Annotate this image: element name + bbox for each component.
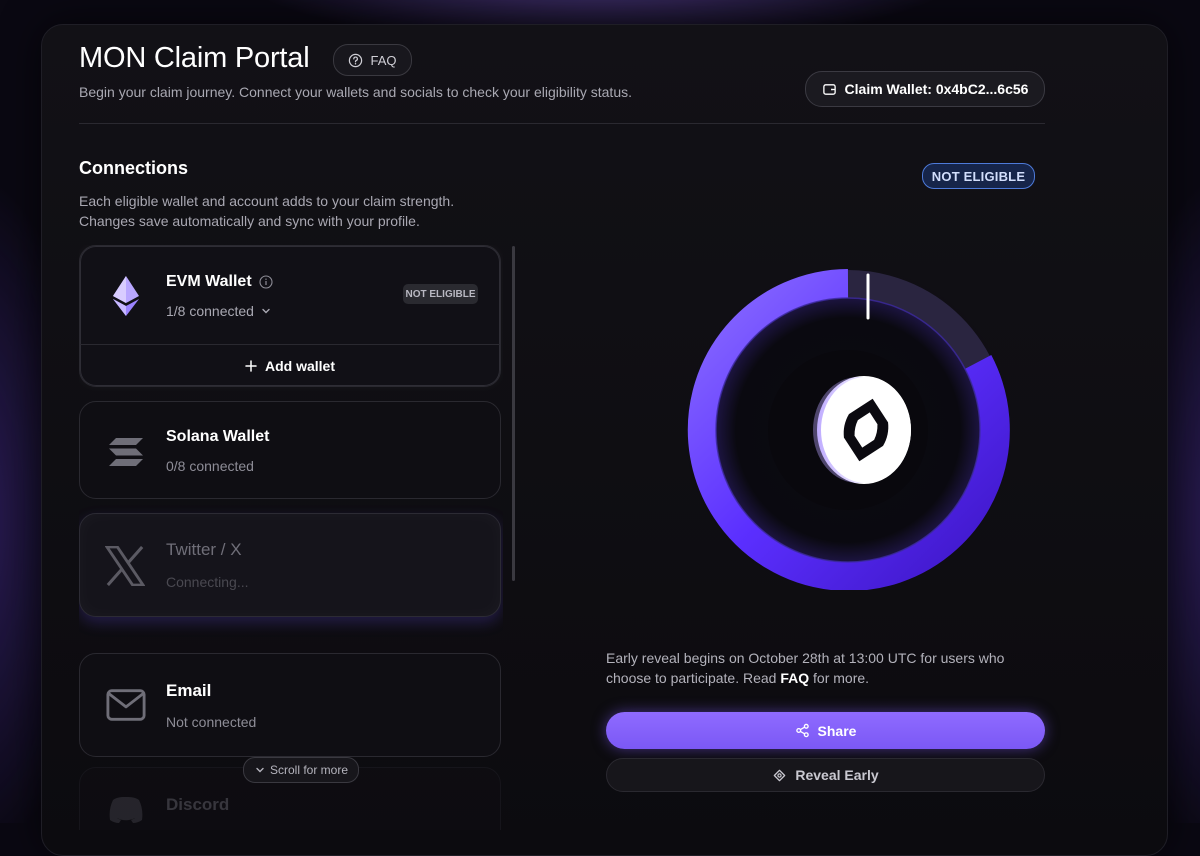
- evm-wallet-name: EVM Wallet: [166, 273, 252, 290]
- reveal-early-button[interactable]: Reveal Early: [606, 758, 1045, 792]
- connection-name: Twitter / X: [166, 540, 242, 559]
- page-title: MON Claim Portal: [79, 42, 310, 74]
- scroll-hint-label: Scroll for more: [269, 763, 349, 777]
- connection-name: EVM Wallet: [166, 273, 273, 291]
- eligibility-status-badge: NOT ELIGIBLE: [922, 163, 1035, 189]
- claim-wallet-button[interactable]: Claim Wallet: 0x4bC2...6c56: [805, 71, 1045, 107]
- connection-status: 0/8 connected: [166, 458, 254, 474]
- mail-icon: [106, 685, 146, 725]
- connection-status: Connecting...: [166, 574, 249, 590]
- discord-icon: [106, 790, 146, 830]
- scroll-for-more-button[interactable]: Scroll for more: [243, 757, 359, 783]
- x-icon: [105, 546, 145, 586]
- connection-solana-wallet[interactable]: Solana Wallet 0/8 connected: [79, 401, 501, 499]
- connections-title: Connections: [79, 158, 189, 178]
- connection-status-dropdown[interactable]: 1/8 connected: [166, 303, 272, 319]
- share-button[interactable]: Share: [606, 712, 1045, 749]
- add-wallet-label: Add wallet: [264, 358, 335, 374]
- evm-wallet-status: 1/8 connected: [166, 303, 254, 319]
- connection-name: Solana Wallet: [166, 428, 270, 445]
- solana-icon: [106, 432, 146, 472]
- page-subtitle: Begin your claim journey. Connect your w…: [79, 84, 632, 100]
- reveal-early-label: Reveal Early: [795, 767, 879, 783]
- connection-email[interactable]: Email Not connected: [79, 653, 501, 757]
- connections-scrollbar[interactable]: [512, 246, 515, 581]
- chevron-down-icon: [254, 764, 266, 776]
- eye-icon: [772, 768, 787, 783]
- share-icon: [795, 723, 810, 738]
- faq-link[interactable]: FAQ: [780, 670, 809, 686]
- plus-icon: [245, 360, 257, 372]
- connections-desc-line: Each eligible wallet and account adds to…: [79, 193, 455, 209]
- connections-list: EVM Wallet 1/8 connected NOT ELIGIBLE Ad…: [79, 245, 503, 830]
- connection-twitter-x[interactable]: Twitter / X Connecting...: [79, 513, 501, 617]
- connection-evm-wallet[interactable]: EVM Wallet 1/8 connected NOT ELIGIBLE Ad…: [79, 245, 501, 387]
- header-divider: [79, 123, 1045, 124]
- connection-name: Email: [166, 681, 212, 700]
- connections-desc-line: Changes save automatically and sync with…: [79, 213, 420, 229]
- faq-button[interactable]: FAQ: [333, 44, 412, 76]
- help-circle-icon: [348, 53, 363, 68]
- connection-status: Not connected: [166, 714, 257, 730]
- evm-not-eligible-badge: NOT ELIGIBLE: [403, 284, 478, 304]
- eligibility-ring: [678, 250, 1018, 598]
- faq-label: FAQ: [370, 52, 397, 68]
- connection-name: Discord: [166, 795, 230, 814]
- claim-wallet-label: Claim Wallet: 0x4bC2...6c56: [844, 81, 1029, 97]
- wallet-icon: [822, 82, 837, 97]
- add-wallet-button[interactable]: Add wallet: [80, 344, 500, 387]
- ethereum-icon: [106, 276, 146, 316]
- early-reveal-notice: Early reveal begins on October 28th at 1…: [606, 648, 1046, 688]
- reveal-text-part: for more.: [809, 670, 870, 686]
- connections-description: Each eligible wallet and account adds to…: [79, 191, 499, 231]
- chevron-down-icon: [260, 305, 272, 317]
- info-icon[interactable]: [259, 275, 273, 289]
- share-label: Share: [817, 722, 857, 739]
